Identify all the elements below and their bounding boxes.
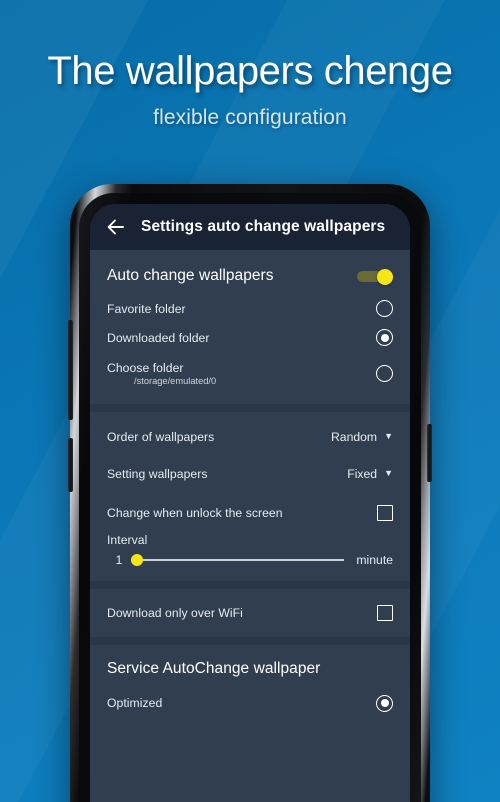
app-toolbar: Settings auto change wallpapers <box>90 204 410 250</box>
section-divider-3 <box>90 637 410 645</box>
row-download-only-wifi[interactable]: Download only over WiFi <box>90 589 410 637</box>
optimized-radio[interactable] <box>376 694 393 712</box>
interval-value: 1 <box>115 553 123 567</box>
power-button[interactable] <box>427 424 432 482</box>
wifi-card: Download only over WiFi <box>90 589 410 637</box>
download-only-wifi-checkbox[interactable] <box>377 605 393 621</box>
row-downloaded-folder[interactable]: Downloaded folder <box>90 323 410 352</box>
row-choose-folder[interactable]: Choose folder /storage/emulated/0 <box>90 352 410 394</box>
phone-screen: Settings auto change wallpapers Auto cha… <box>90 204 410 802</box>
interval-label: Interval <box>107 533 148 547</box>
setting-wallpapers-label: Setting wallpapers <box>107 466 208 481</box>
service-section-header-row: Service AutoChange wallpaper <box>90 645 410 687</box>
order-of-wallpapers-label: Order of wallpapers <box>107 429 215 444</box>
row-change-when-unlock[interactable]: Change when unlock the screen <box>90 492 410 533</box>
chevron-down-icon[interactable]: ▼ <box>384 432 393 441</box>
promo-header: The wallpapers chenge flexible configura… <box>0 49 500 130</box>
volume-down-button[interactable] <box>68 438 73 492</box>
section-divider-1 <box>90 404 410 412</box>
download-only-wifi-label: Download only over WiFi <box>107 606 243 620</box>
optimized-label: Optimized <box>107 696 163 710</box>
interval-unit: minute <box>356 553 393 567</box>
row-auto-change-wallpapers[interactable]: Auto change wallpapers <box>90 250 410 294</box>
row-optimized[interactable]: Optimized <box>90 687 410 719</box>
auto-change-toggle[interactable] <box>357 268 393 285</box>
toggle-thumb <box>377 268 393 285</box>
interval-slider-row: 1 minute <box>107 551 393 569</box>
page-title: Settings auto change wallpapers <box>141 218 386 235</box>
downloaded-folder-label: Downloaded folder <box>107 330 210 345</box>
row-setting-wallpapers[interactable]: Setting wallpapers Fixed ▼ <box>90 455 410 492</box>
choose-folder-label: Choose folder <box>107 360 184 375</box>
favorite-folder-label: Favorite folder <box>107 301 186 316</box>
volume-up-button[interactable] <box>68 320 73 420</box>
service-section-header: Service AutoChange wallpaper <box>107 660 321 677</box>
row-order-of-wallpapers[interactable]: Order of wallpapers Random ▼ <box>90 418 410 455</box>
choose-folder-path: /storage/emulated/0 <box>134 375 217 386</box>
behaviour-card: Order of wallpapers Random ▼ Setting wal… <box>90 412 410 581</box>
order-of-wallpapers-value: Random <box>331 429 378 444</box>
setting-wallpapers-value: Fixed <box>347 466 378 481</box>
interval-section: Interval 1 minute <box>90 533 410 569</box>
service-card: Service AutoChange wallpaper Optimized <box>90 645 410 733</box>
row-favorite-folder[interactable]: Favorite folder <box>90 294 410 323</box>
back-arrow-icon[interactable] <box>103 214 129 240</box>
chevron-down-icon-2[interactable]: ▼ <box>384 469 393 478</box>
change-when-unlock-label: Change when unlock the screen <box>107 505 283 520</box>
promo-subtitle: flexible configuration <box>153 106 347 130</box>
settings-content: Auto change wallpapers Favorite folder D… <box>90 250 410 802</box>
change-when-unlock-checkbox[interactable] <box>377 504 393 521</box>
favorite-folder-radio[interactable] <box>376 300 393 317</box>
choose-folder-radio[interactable] <box>376 364 393 382</box>
auto-change-label: Auto change wallpapers <box>107 267 274 284</box>
slider-track <box>131 559 345 561</box>
slider-thumb[interactable] <box>131 554 143 566</box>
section-divider-2 <box>90 581 410 589</box>
downloaded-folder-radio[interactable] <box>376 329 393 346</box>
phone-mockup: Settings auto change wallpapers Auto cha… <box>68 184 432 802</box>
interval-slider[interactable] <box>131 551 345 569</box>
promo-title: The wallpapers chenge <box>47 49 453 93</box>
folders-card: Auto change wallpapers Favorite folder D… <box>90 250 410 404</box>
